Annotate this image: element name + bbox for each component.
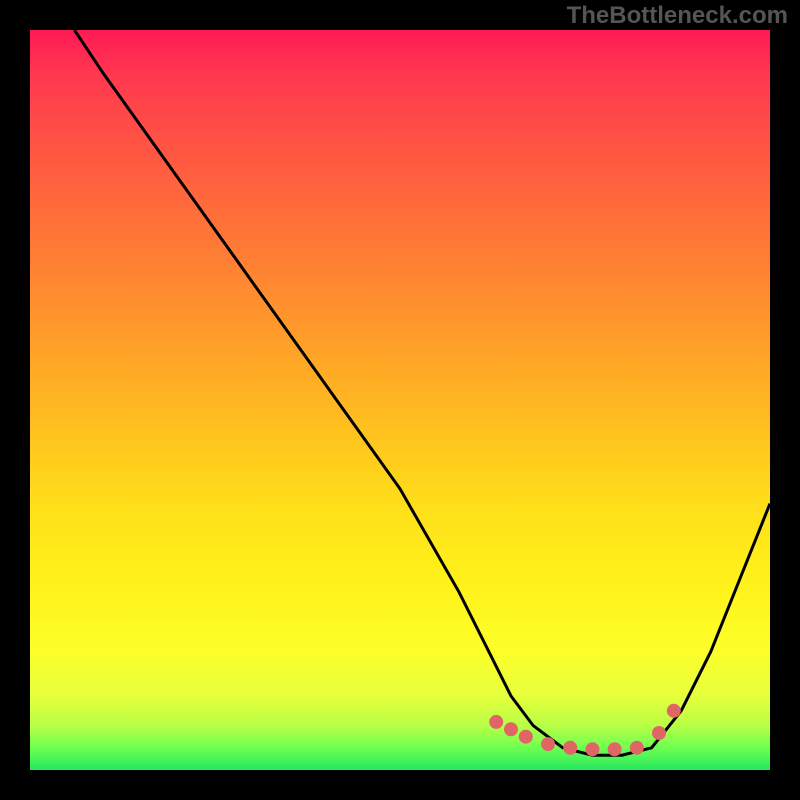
plot-area xyxy=(30,30,770,770)
highlight-dot xyxy=(667,704,681,718)
highlight-dots-group xyxy=(489,704,681,757)
chart-container: TheBottleneck.com xyxy=(0,0,800,800)
highlight-dot xyxy=(504,722,518,736)
highlight-dot xyxy=(608,742,622,756)
highlight-dot xyxy=(489,715,503,729)
watermark-text: TheBottleneck.com xyxy=(567,2,788,30)
highlight-dot xyxy=(519,730,533,744)
highlight-dot xyxy=(563,741,577,755)
bottleneck-curve-path xyxy=(74,30,770,755)
curve-svg xyxy=(30,30,770,770)
highlight-dot xyxy=(652,726,666,740)
highlight-dot xyxy=(541,737,555,751)
highlight-dot xyxy=(630,741,644,755)
highlight-dot xyxy=(585,742,599,756)
